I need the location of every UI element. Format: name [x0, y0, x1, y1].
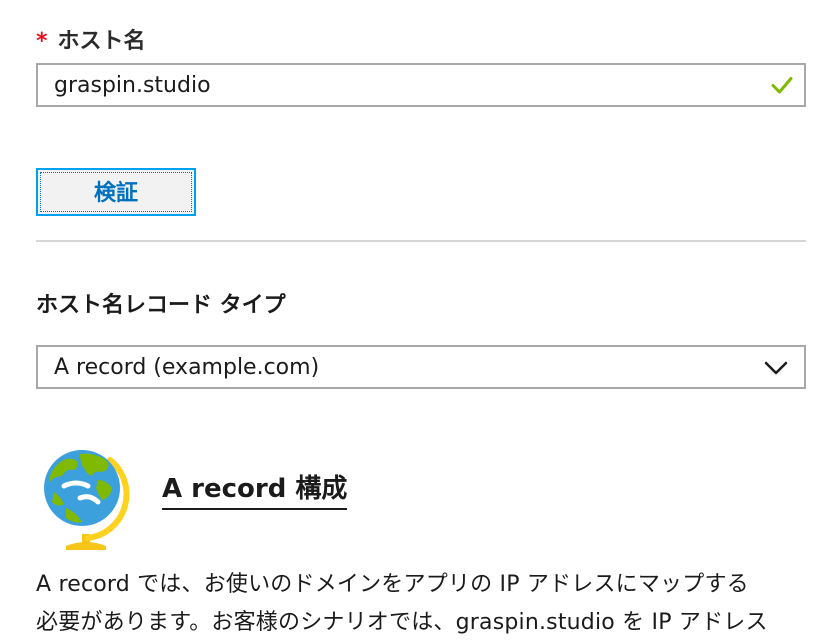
- custom-domain-form: * ホスト名 検証 ホスト名レコード タイプ A record (example…: [0, 0, 824, 644]
- hostname-label: * ホスト名: [36, 27, 146, 57]
- hostname-label-text: ホスト名: [57, 29, 146, 54]
- verify-button-label: 検証: [93, 181, 138, 206]
- check-icon: [771, 77, 793, 94]
- record-type-selected: A record (example.com): [54, 354, 320, 380]
- description-line: A record では、お使いのドメインをアプリの IP アドレスにマップする: [36, 572, 749, 597]
- section-divider: [36, 240, 806, 242]
- record-type-label: ホスト名レコード タイプ: [36, 293, 286, 318]
- chevron-down-icon: [764, 361, 788, 375]
- verify-button[interactable]: 検証: [36, 168, 196, 216]
- config-description: A record では、お使いのドメインをアプリの IP アドレスにマップする …: [36, 566, 806, 642]
- config-heading: A record 構成: [162, 472, 348, 510]
- description-line: 必要があります。お客様のシナリオでは、graspin.studio を IP ア…: [36, 610, 768, 635]
- record-type-dropdown[interactable]: A record (example.com): [36, 345, 806, 389]
- required-indicator: *: [36, 29, 48, 54]
- hostname-input[interactable]: [38, 65, 804, 105]
- globe-icon: [44, 450, 130, 550]
- hostname-field: [36, 63, 806, 107]
